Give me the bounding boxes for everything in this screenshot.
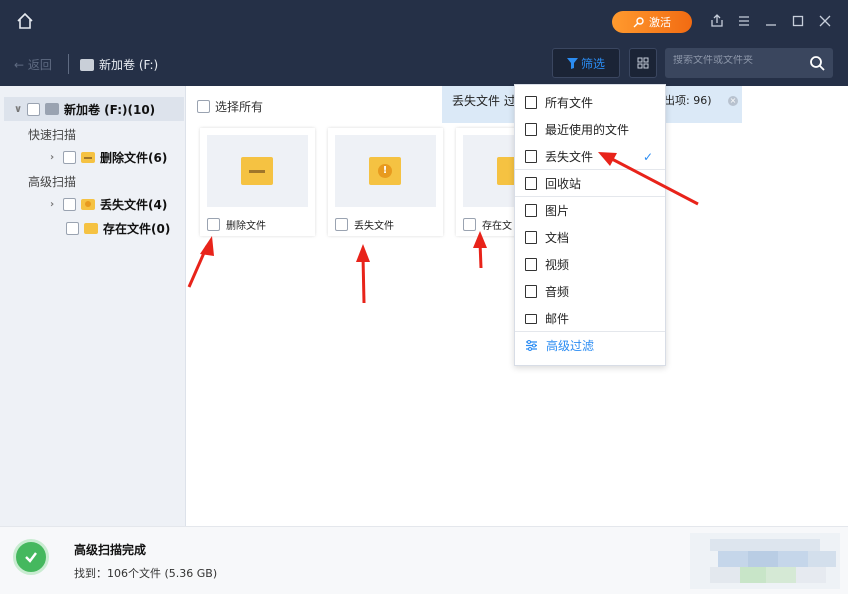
status-footer: 高级扫描完成 找到：106个文件 (5.36 GB) bbox=[0, 526, 848, 594]
annotation-arrow bbox=[187, 236, 214, 288]
annotation-arrow bbox=[356, 244, 370, 304]
annotation-arrow bbox=[473, 231, 487, 269]
annotation-arrows bbox=[187, 152, 699, 304]
success-check-icon bbox=[13, 539, 49, 575]
app-window: 激活 ← 返回 新加卷 (F:) 筛选 搜索文件或文件夹 ∨ 新加卷 (F:)(… bbox=[0, 0, 848, 594]
annotation-arrow bbox=[598, 152, 699, 206]
scan-status-detail: 找到：106个文件 (5.36 GB) bbox=[74, 567, 218, 580]
blurred-banner-image bbox=[690, 533, 840, 589]
scan-status-title: 高级扫描完成 bbox=[74, 543, 147, 557]
